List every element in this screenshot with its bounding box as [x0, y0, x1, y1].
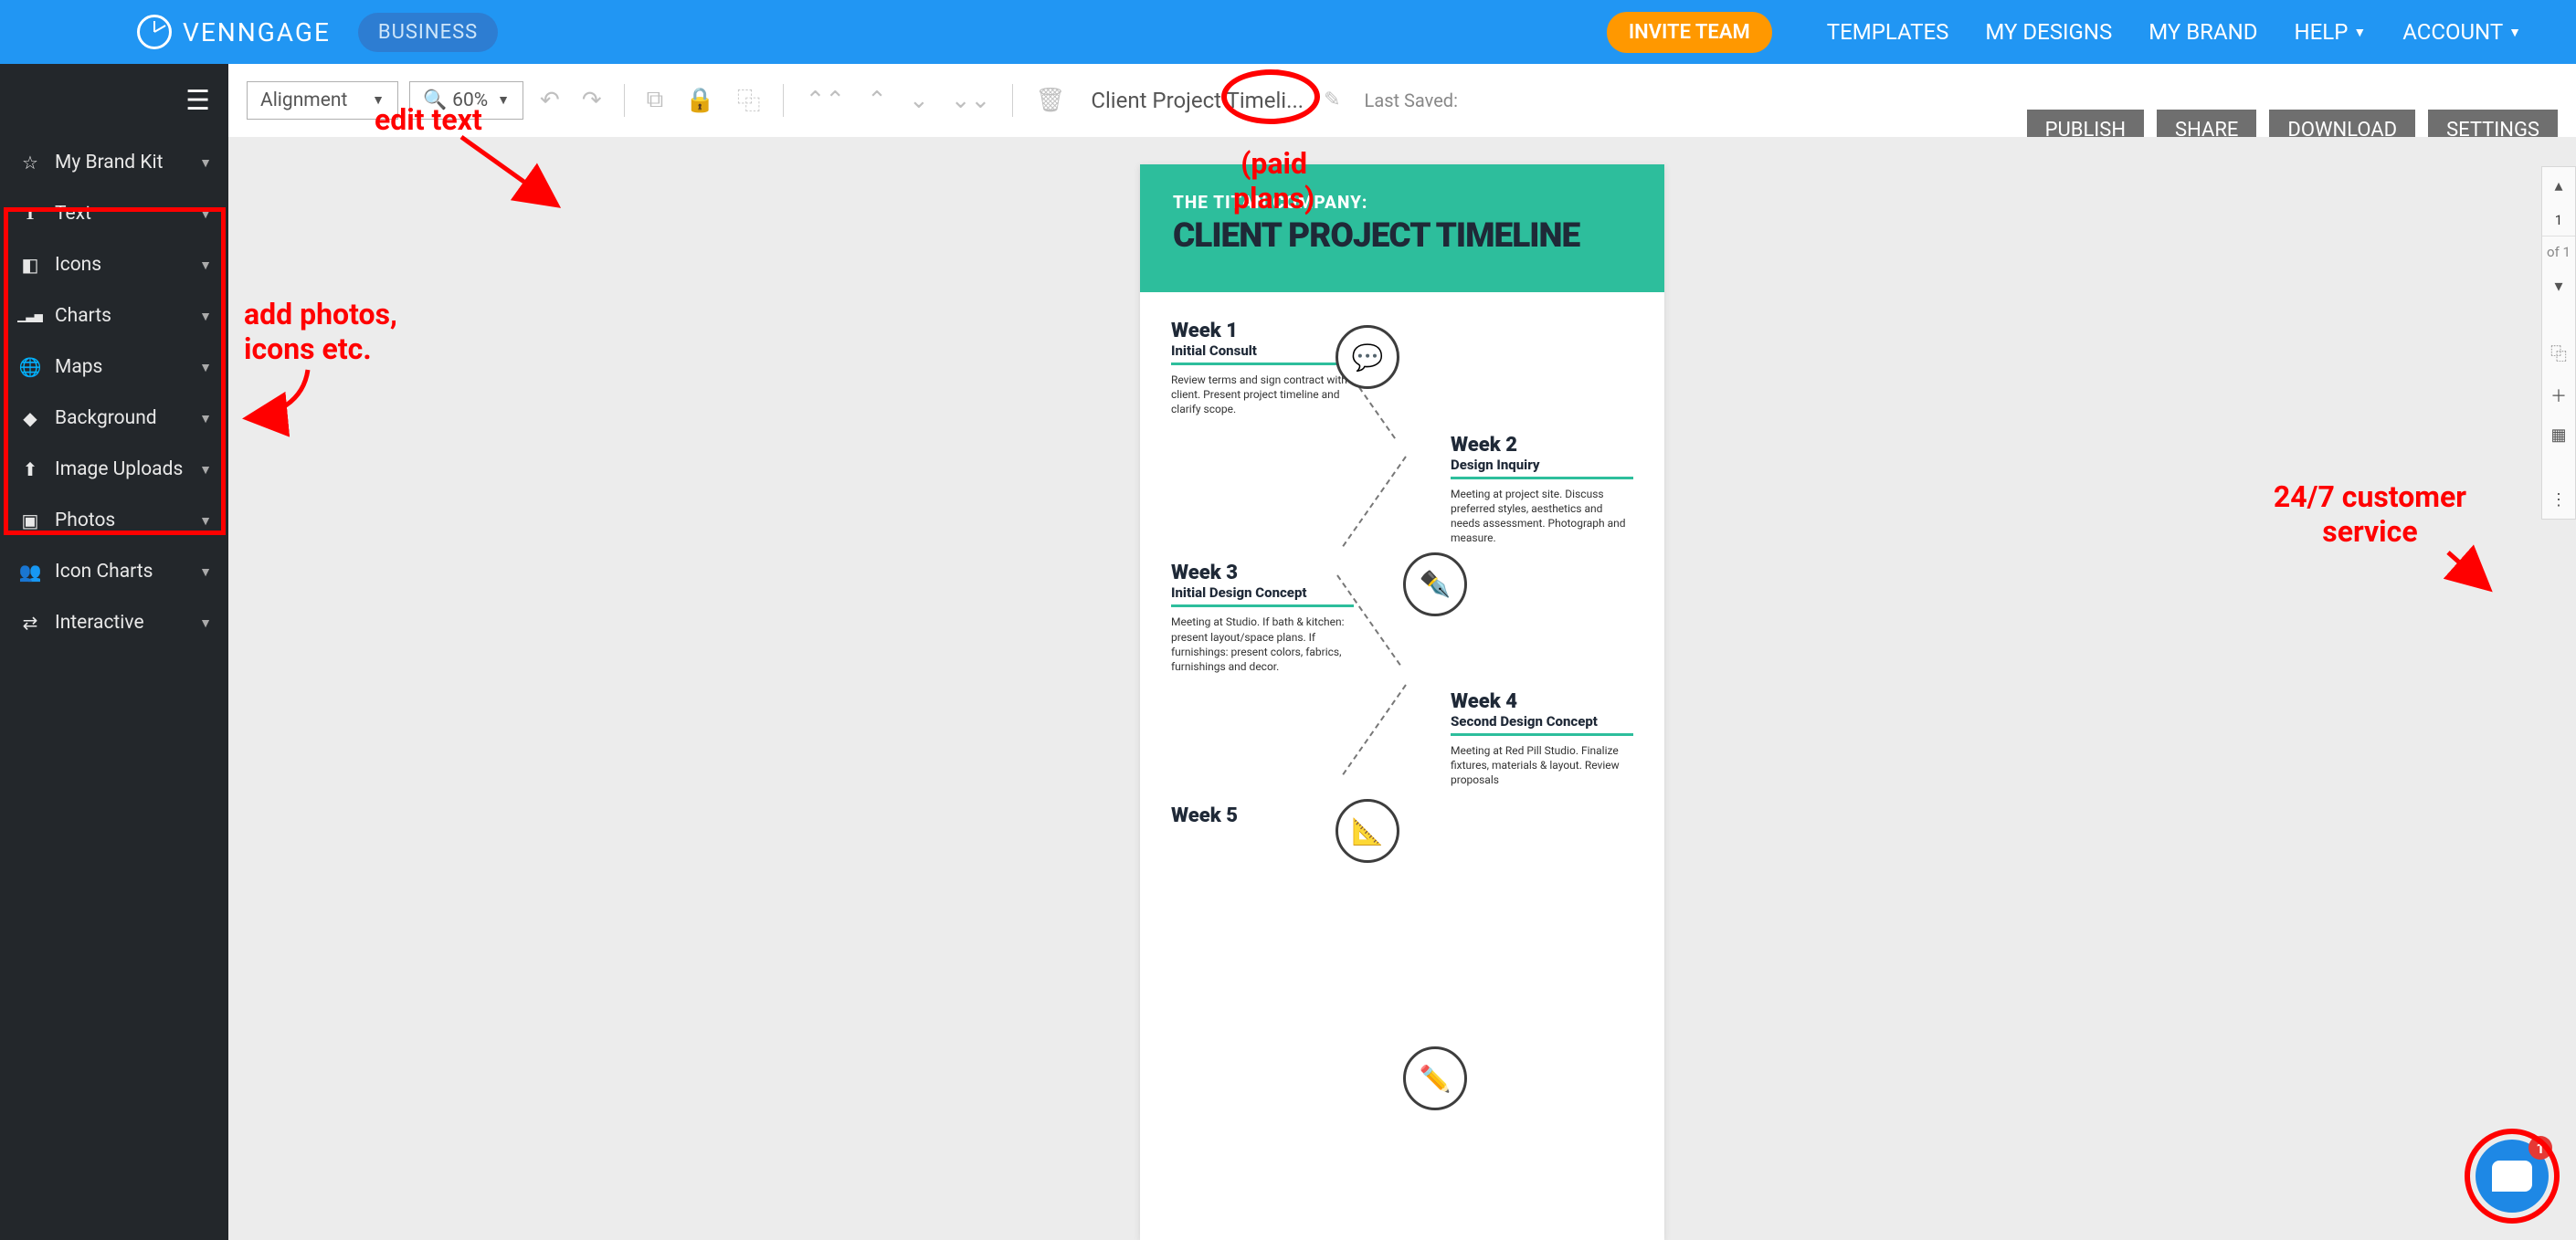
- invite-team-button[interactable]: INVITE TEAM: [1607, 12, 1772, 53]
- brand-text: VENNGAGE: [183, 17, 331, 47]
- annotation-customer-service: 24/7 customer service: [2274, 479, 2466, 549]
- annotation-arrow: [457, 132, 594, 224]
- rail-copy-icon[interactable]: ⿻: [2550, 332, 2567, 374]
- week-title[interactable]: Week 3: [1171, 562, 1354, 584]
- sidebar-item-icon-charts[interactable]: 👥 Icon Charts ▼: [0, 546, 228, 597]
- interactive-icon: ⇄: [16, 612, 44, 634]
- undo-icon[interactable]: ↶: [534, 87, 565, 114]
- editor-area: Alignment▼ 🔍60%▼ ↶ ↷ ⧉ 🔒 ⿻ ⌃⌃ ⌃ ⌄ ⌄⌄ 🗑 C…: [228, 64, 2576, 1240]
- week-title[interactable]: Week 2: [1451, 434, 1633, 457]
- timeline-week-2[interactable]: Week 2 Design Inquiry Meeting at project…: [1171, 434, 1633, 546]
- week-title[interactable]: Week 5: [1171, 804, 1354, 827]
- week-body[interactable]: Meeting at Studio. If bath & kitchen: pr…: [1171, 615, 1354, 674]
- annotation-arrow: [239, 365, 331, 438]
- page-current[interactable]: 1: [2542, 205, 2575, 236]
- annotation-paid-plans: (paid plans): [1233, 146, 1314, 215]
- chevron-down-icon: ▼: [199, 615, 212, 631]
- sidebar-item-label: Icon Charts: [55, 561, 153, 583]
- week-body[interactable]: Meeting at Red Pill Studio. Finalize fix…: [1451, 743, 1633, 788]
- canvas-area[interactable]: THE TITAN COMPANY: CLIENT PROJECT TIMELI…: [228, 137, 2576, 1240]
- nav-account[interactable]: ACCOUNT▼: [2402, 19, 2521, 45]
- people-icon: 👥: [16, 561, 44, 583]
- chevron-down-icon: ▼: [497, 92, 510, 108]
- page-total: of 1: [2542, 236, 2575, 268]
- annotation-edit-text: edit text: [375, 102, 482, 137]
- lock-icon[interactable]: 🔒: [680, 87, 720, 114]
- design-canvas[interactable]: THE TITAN COMPANY: CLIENT PROJECT TIMELI…: [1140, 164, 1664, 1240]
- week-body[interactable]: Review terms and sign contract with clie…: [1171, 373, 1354, 417]
- last-saved-label: Last Saved:: [1365, 89, 1458, 111]
- arrange-bottom-icon[interactable]: ⌄⌄: [945, 87, 997, 114]
- timeline: Week 1 Initial Consult Review terms and …: [1140, 292, 1664, 871]
- caret-down-icon: ▼: [2508, 25, 2521, 40]
- redo-icon[interactable]: ↷: [576, 87, 607, 114]
- rail-down-icon[interactable]: ▾: [2554, 268, 2562, 305]
- rail-up-icon[interactable]: ▴: [2554, 167, 2562, 205]
- nav-help[interactable]: HELP▼: [2295, 19, 2367, 45]
- edit-title-icon[interactable]: ✎: [1324, 89, 1340, 111]
- timeline-week-3[interactable]: Week 3 Initial Design Concept Meeting at…: [1171, 562, 1633, 674]
- timeline-node-icon[interactable]: 💬: [1336, 325, 1399, 389]
- timeline-week-4[interactable]: Week 4 Second Design Concept Meeting at …: [1171, 690, 1633, 788]
- canvas-title[interactable]: CLIENT PROJECT TIMELINE: [1173, 216, 1631, 256]
- canvas-header[interactable]: THE TITAN COMPANY: CLIENT PROJECT TIMELI…: [1140, 164, 1664, 292]
- rail-add-icon[interactable]: ＋: [2550, 374, 2567, 416]
- timeline-node-icon[interactable]: ✏️: [1403, 1046, 1467, 1110]
- sidebar-item-brand-kit[interactable]: ☆ My Brand Kit ▼: [0, 137, 228, 188]
- top-nav: VENNGAGE BUSINESS INVITE TEAM TEMPLATES …: [0, 0, 2576, 64]
- arrange-down-icon[interactable]: ⌄: [903, 87, 934, 114]
- timeline-week-1[interactable]: Week 1 Initial Consult Review terms and …: [1171, 320, 1633, 417]
- nav-my-designs[interactable]: MY DESIGNS: [1985, 19, 2112, 45]
- annotation-download-highlight: [1221, 69, 1320, 124]
- rail-grid-icon[interactable]: ▦: [2550, 416, 2566, 454]
- sidebar-item-interactive[interactable]: ⇄ Interactive ▼: [0, 597, 228, 648]
- week-title[interactable]: Week 4: [1451, 690, 1633, 713]
- sidebar-item-label: My Brand Kit: [55, 152, 164, 173]
- clock-icon: [137, 15, 172, 49]
- delete-icon[interactable]: 🗑: [1029, 87, 1071, 114]
- timeline-week-5[interactable]: Week 5: [1171, 804, 1633, 827]
- arrange-up-icon[interactable]: ⌃: [861, 87, 892, 114]
- chevron-down-icon: ▼: [199, 155, 212, 171]
- rail-more-icon[interactable]: ⋮: [2550, 481, 2567, 519]
- plan-badge[interactable]: BUSINESS: [358, 13, 498, 52]
- chevron-down-icon: ▼: [199, 564, 212, 580]
- week-title[interactable]: Week 1: [1171, 320, 1354, 342]
- annotation-sidebar-highlight: [4, 207, 226, 535]
- group-icon[interactable]: ⧉: [641, 86, 670, 114]
- nav-templates[interactable]: TEMPLATES: [1827, 19, 1949, 45]
- page-rail: ▴ 1 of 1 ▾ ⿻ ＋ ▦ ⋮: [2541, 166, 2576, 520]
- sidebar-item-label: Interactive: [55, 612, 144, 634]
- annotation-chat-highlight: [2465, 1129, 2560, 1224]
- star-icon: ☆: [16, 152, 44, 173]
- week-subtitle[interactable]: Design Inquiry: [1451, 457, 1633, 473]
- week-subtitle[interactable]: Initial Consult: [1171, 342, 1354, 359]
- caret-down-icon: ▼: [2353, 25, 2366, 40]
- annotation-add-photos: add photos, icons etc.: [244, 297, 397, 366]
- hamburger-icon[interactable]: ☰: [0, 64, 228, 137]
- nav-my-brand[interactable]: MY BRAND: [2148, 19, 2257, 45]
- alignment-label: Alignment: [260, 89, 347, 111]
- week-subtitle[interactable]: Second Design Concept: [1451, 713, 1633, 730]
- week-body[interactable]: Meeting at project site. Discuss preferr…: [1451, 487, 1633, 546]
- annotation-arrow: [2439, 548, 2512, 603]
- arrange-top-icon[interactable]: ⌃⌃: [800, 87, 851, 114]
- copy-icon[interactable]: ⿻: [732, 83, 766, 117]
- brand-logo[interactable]: VENNGAGE: [137, 15, 331, 49]
- week-subtitle[interactable]: Initial Design Concept: [1171, 584, 1354, 601]
